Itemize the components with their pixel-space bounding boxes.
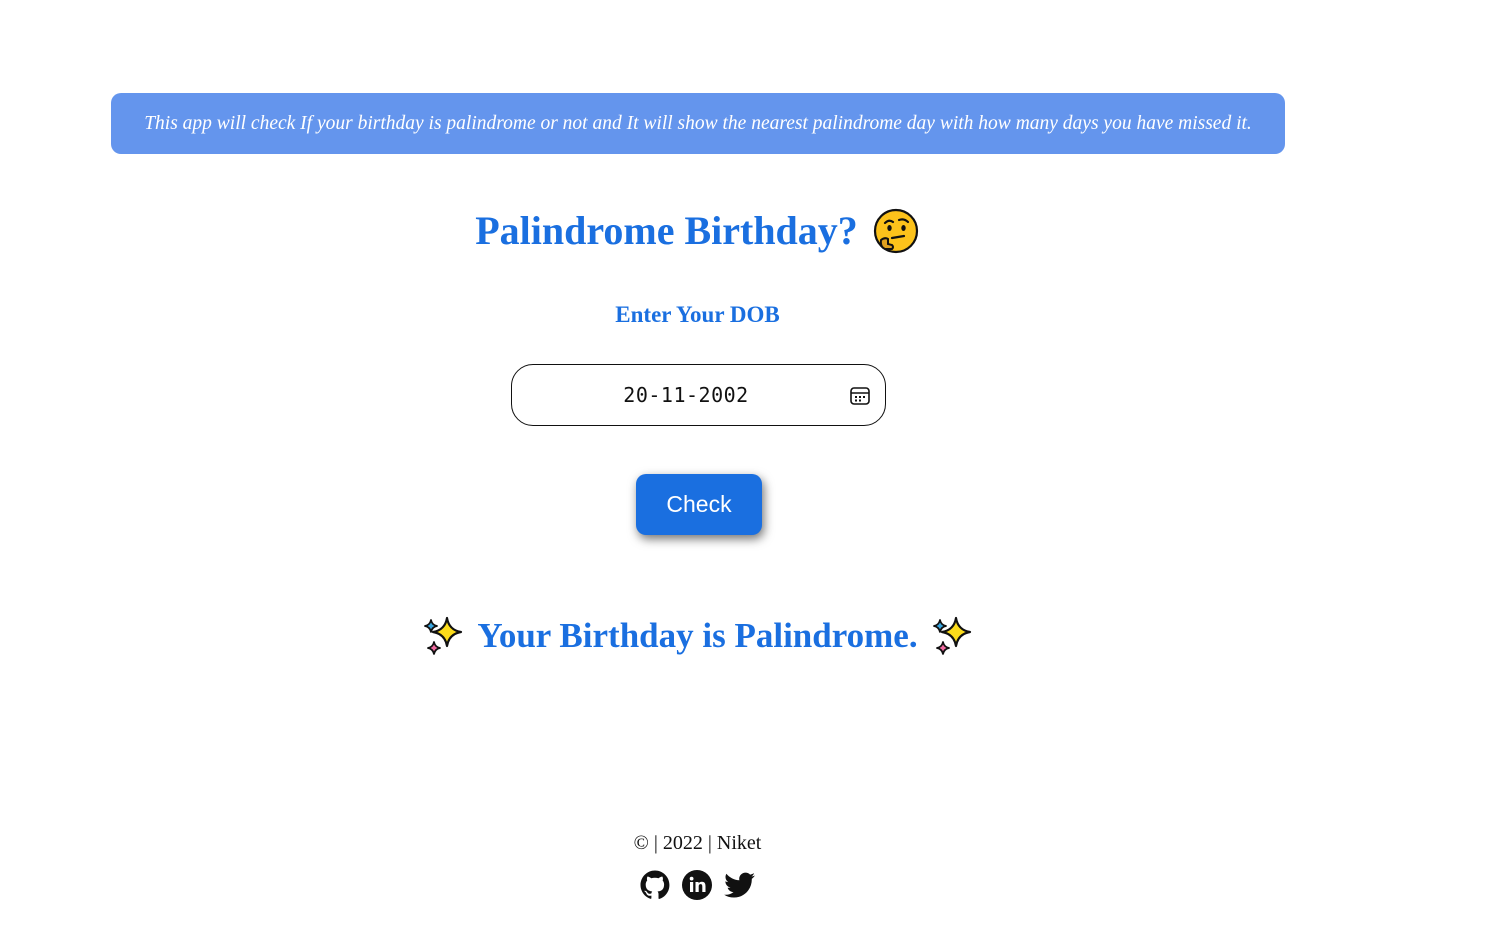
- twitter-link[interactable]: [723, 869, 755, 901]
- linkedin-icon: [682, 870, 712, 900]
- linkedin-link[interactable]: [681, 869, 713, 901]
- sparkles-icon: [932, 616, 971, 655]
- sparkles-icon: [424, 616, 463, 655]
- twitter-icon: [724, 872, 755, 898]
- dob-date-input[interactable]: 20-11-2002: [511, 364, 886, 426]
- banner-text: This app will check If your birthday is …: [144, 112, 1252, 134]
- info-banner: This app will check If your birthday is …: [111, 93, 1285, 154]
- dob-value[interactable]: 20-11-2002: [512, 365, 860, 427]
- github-icon: [640, 870, 670, 899]
- title-text: Palindrome Birthday?: [475, 208, 858, 253]
- result-message: Your Birthday is Palindrome.: [0, 610, 1395, 662]
- result-text: Your Birthday is Palindrome.: [477, 616, 918, 655]
- dob-label: Enter Your DOB: [615, 302, 780, 327]
- check-button[interactable]: Check: [636, 474, 762, 535]
- thinking-face-icon: [873, 208, 918, 254]
- social-links: [639, 869, 755, 901]
- calendar-icon[interactable]: [849, 385, 871, 407]
- github-link[interactable]: [639, 869, 671, 901]
- page-title: Palindrome Birthday?: [0, 200, 1395, 262]
- footer-copyright: © | 2022 | Niket: [633, 832, 762, 854]
